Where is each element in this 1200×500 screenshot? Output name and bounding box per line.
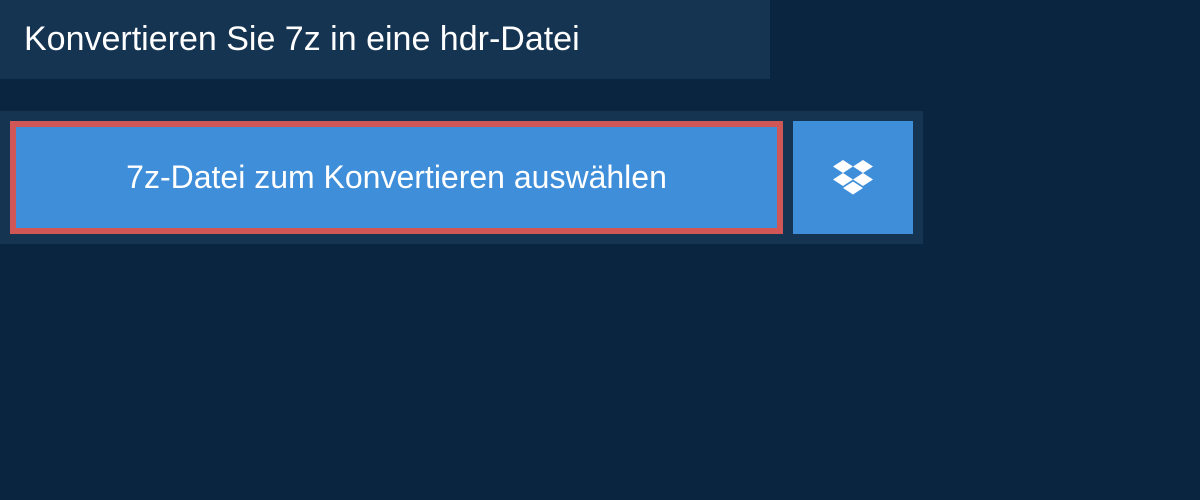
select-file-label: 7z-Datei zum Konvertieren auswählen (126, 159, 667, 196)
upload-area: 7z-Datei zum Konvertieren auswählen (0, 111, 923, 244)
dropbox-icon (833, 160, 873, 196)
select-file-button[interactable]: 7z-Datei zum Konvertieren auswählen (10, 121, 783, 234)
page-title: Konvertieren Sie 7z in eine hdr-Datei (24, 20, 746, 59)
dropbox-button[interactable] (793, 121, 913, 234)
header-bar: Konvertieren Sie 7z in eine hdr-Datei (0, 0, 770, 79)
